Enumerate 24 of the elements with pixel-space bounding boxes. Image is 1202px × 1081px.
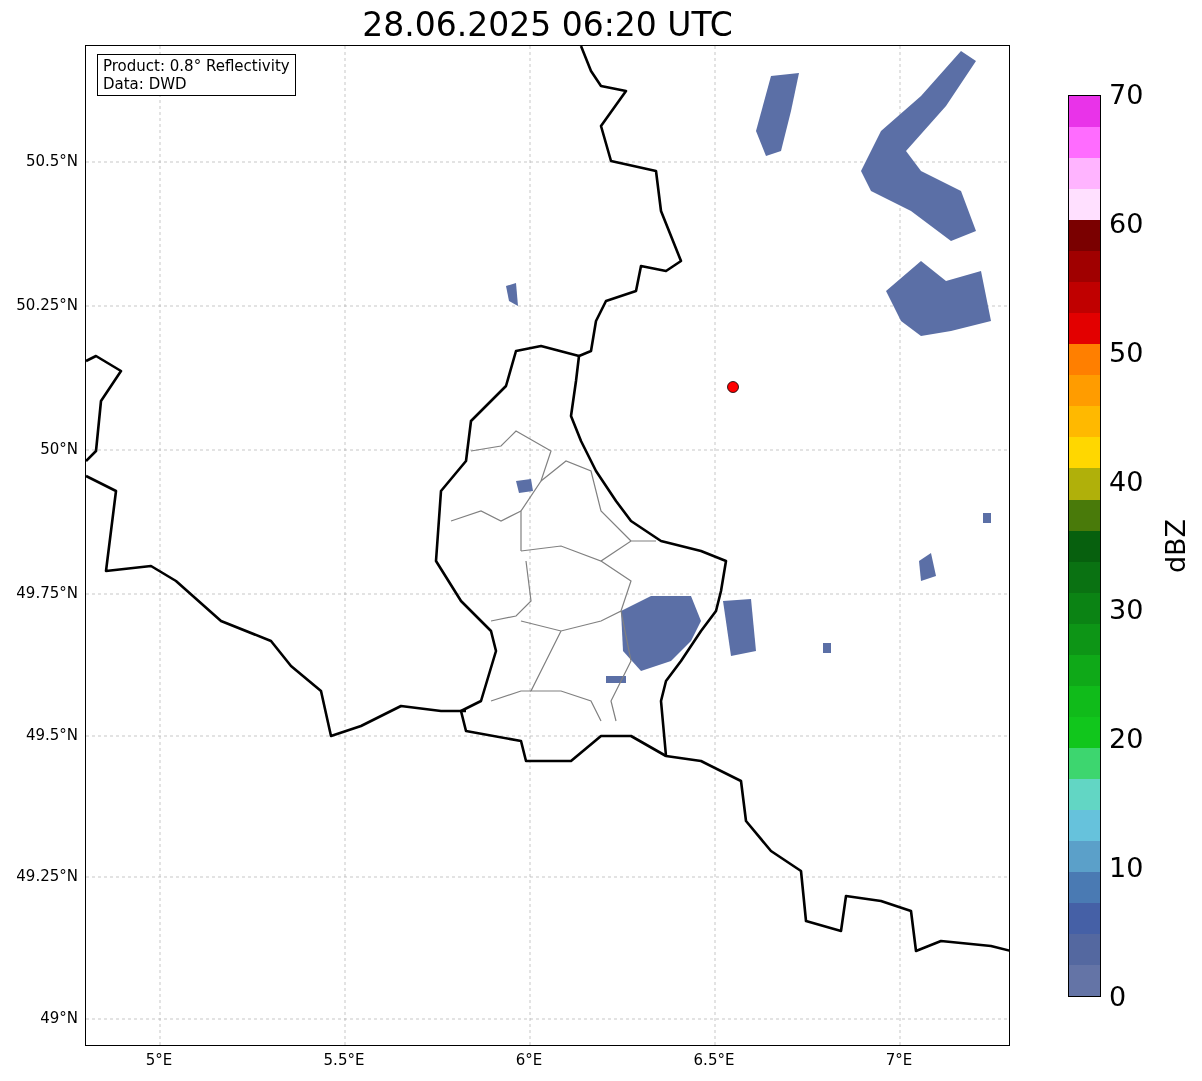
legend-text: Data: DWD — [103, 75, 188, 93]
chart-title: 28.06.2025 06:20 UTC — [362, 5, 733, 45]
axis-tick-label: 5°E — [145, 1051, 173, 1069]
axis-tick-label: 50.5°N — [25, 152, 78, 170]
legend-text: Product: 0.8° Reflectivity — [103, 57, 290, 75]
axis-tick-label: 5.5°E — [323, 1051, 365, 1069]
axis-tick-label: 49°N — [40, 1009, 78, 1027]
colorbar-tick-label: 50 — [1109, 337, 1144, 368]
axis-tick-label: 49.5°N — [25, 726, 78, 744]
colorbar-tick-label: 70 — [1109, 80, 1144, 110]
axis-tick-label: 7°E — [885, 1051, 913, 1069]
colorbar-label: dBZ — [1161, 518, 1191, 574]
axis-tick-label: 49.75°N — [16, 584, 78, 602]
axis-tick-label: 49.25°N — [16, 867, 78, 885]
colorbar-tick-label: 0 — [1109, 982, 1127, 1012]
axis-tick-label: 50.25°N — [16, 296, 78, 314]
axis-tick-label: 50°N — [40, 440, 78, 458]
colorbar-tick-label: 40 — [1109, 466, 1144, 497]
colorbar-tick-label: 10 — [1109, 853, 1144, 884]
axis-tick-label: 6.5°E — [693, 1051, 735, 1069]
colorbar-tick-label: 20 — [1109, 724, 1144, 755]
axis-tick-label: 6°E — [515, 1051, 543, 1069]
colorbar-tick-label: 30 — [1109, 595, 1144, 626]
colorbar-tick-label: 60 — [1109, 208, 1144, 239]
